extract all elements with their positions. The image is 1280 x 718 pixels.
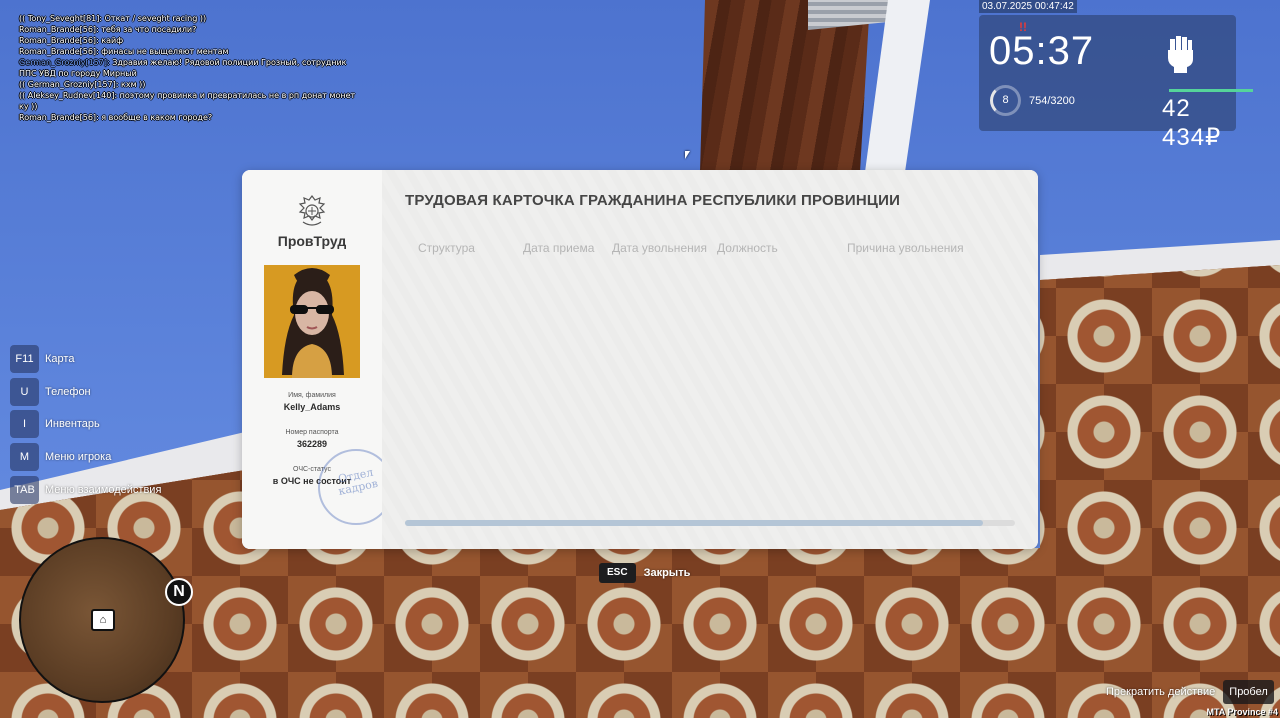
chat-line: Roman_Brande[56]: кайф	[19, 36, 124, 45]
stop-action-label: Прекратить действие	[1106, 686, 1216, 698]
house-icon: ⌂	[91, 609, 115, 631]
key-cap: I	[10, 410, 39, 438]
chat-line: (( Tony_Seveght[81]: Откат / seveght rac…	[19, 14, 207, 23]
key-cap: M	[10, 443, 39, 471]
name-value: Kelly_Adams	[283, 402, 341, 412]
emblem-icon	[298, 195, 326, 226]
avatar	[264, 265, 360, 378]
close-hint[interactable]: ESC Закрыть	[599, 563, 690, 583]
profile-sidebar: ПровТруд Имя, фамилия Kelly_Adams Номер …	[242, 170, 394, 549]
horizontal-scrollbar[interactable]	[405, 520, 1015, 526]
chat-line: (( German_Grozniy[157]: кхм ))	[19, 80, 146, 89]
chat-line: German_Grozniy[157]: Здравия желаю! Рядо…	[19, 57, 359, 79]
money-accent-bar	[1169, 89, 1253, 92]
status-panel: !! 05:37 8 754/3200 42 434₽	[979, 15, 1253, 151]
hint-phone[interactable]: U Телефон	[10, 378, 91, 406]
esc-key-cap[interactable]: ESC	[599, 563, 636, 583]
hint-label: Меню взаимодействия	[45, 484, 162, 496]
hint-label: Карта	[45, 353, 75, 365]
chat-line: (( Aleksey_Rudnev[140]: поэтому провинка…	[19, 91, 356, 111]
hint-label: Инвентарь	[45, 418, 100, 430]
employment-card-dialog: ПровТруд Имя, фамилия Kelly_Adams Номер …	[242, 170, 1038, 549]
hint-label: Меню игрока	[45, 451, 112, 463]
chat-log: (( Tony_Seveght[81]: Откат / seveght rac…	[19, 13, 359, 123]
card-title: ТРУДОВАЯ КАРТОЧКА ГРАЖДАНИНА РЕСПУБЛИКИ …	[405, 192, 901, 209]
stop-action-hint[interactable]: Прекратить действие Пробел	[1106, 680, 1274, 704]
key-cap: TAB	[10, 476, 39, 504]
hint-map[interactable]: F11 Карта	[10, 345, 74, 373]
column-header-structure: Структура	[418, 241, 475, 255]
name-label: Имя, фамилия	[288, 392, 336, 399]
chat-author: German_Grozniy[157]:	[19, 58, 110, 67]
chat-line: Roman_Brande[56]: я вообще в каком город…	[19, 113, 213, 122]
money-balance: 42 434₽	[1162, 95, 1222, 151]
passport-value: 362289	[296, 439, 328, 449]
chat-line: Roman_Brande[56]: финасы не выщеляют мен…	[19, 47, 229, 56]
minimap[interactable]: ⌂	[19, 537, 185, 703]
column-header-dismissal-date: Дата увольнения	[612, 241, 707, 255]
hint-player-menu[interactable]: M Меню игрока	[10, 443, 111, 471]
level-number: 8	[1002, 94, 1009, 106]
organization-name: ПровТруд	[277, 233, 347, 249]
card-content	[382, 170, 1038, 549]
column-header-hire-date: Дата приема	[523, 241, 595, 255]
server-name: MTA Province #4	[1206, 707, 1278, 717]
chat-line: Roman_Brande[56]: тебя за что посадили?	[19, 25, 197, 34]
key-cap: F11	[10, 345, 39, 373]
datetime-label: 03.07.2025 00:47:42	[979, 0, 1077, 13]
close-label: Закрыть	[643, 567, 691, 579]
fist-icon	[1168, 36, 1193, 73]
xp-counter: 754/3200	[1029, 95, 1075, 107]
scrollbar-thumb[interactable]	[405, 520, 983, 526]
hint-interaction-menu[interactable]: TAB Меню взаимодействия	[10, 476, 161, 504]
mouse-cursor-icon	[685, 151, 690, 159]
column-header-position: Должность	[717, 241, 778, 255]
north-indicator: N	[165, 578, 193, 606]
hint-label: Телефон	[45, 386, 91, 398]
key-cap: U	[10, 378, 39, 406]
passport-label: Номер паспорта	[285, 429, 339, 436]
column-header-dismissal-reason: Причина увольнения	[847, 241, 964, 255]
game-clock: 05:37	[989, 29, 1095, 73]
hint-inventory[interactable]: I Инвентарь	[10, 410, 100, 438]
space-key-cap[interactable]: Пробел	[1223, 680, 1274, 704]
